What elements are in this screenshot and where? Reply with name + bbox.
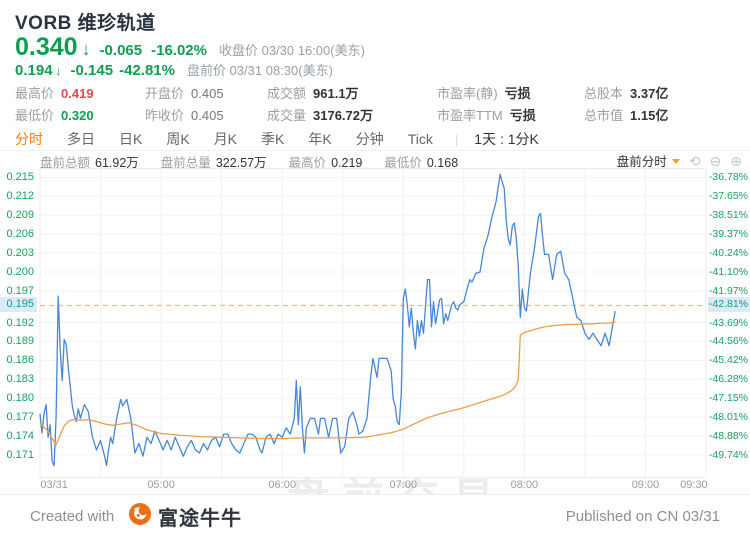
- premarket-price-row: 0.194 ↓ -0.145 -42.81% 盘前价 03/31 08:30(美…: [15, 60, 333, 77]
- close-price-row: 0.340 ↓ -0.065 -16.02% 收盘价 03/30 16:00(美…: [15, 33, 365, 60]
- created-with-label: Created with: [30, 508, 114, 525]
- stat-market-cap: 总市值1.15亿: [584, 105, 724, 123]
- brand-name: 富途牛牛: [158, 502, 242, 531]
- stat-volume: 成交量3176.72万: [267, 105, 437, 123]
- tab-daily-k[interactable]: 日K: [119, 129, 142, 149]
- down-arrow-icon: ↓: [56, 64, 62, 78]
- price-chart[interactable]: [0, 168, 750, 478]
- avg-line: [40, 322, 615, 445]
- chart-toolbar: 盘前总额61.92万 盘前总量322.57万 最高价0.219 最低价0.168…: [0, 151, 750, 168]
- stat-low: 最低价0.320: [15, 105, 145, 123]
- time-axis-label: 09:00: [632, 479, 660, 491]
- tab-tick[interactable]: Tick: [408, 131, 433, 147]
- tab-multiday[interactable]: 多日: [67, 129, 95, 149]
- percent-axis-label: -45.42%: [708, 353, 750, 367]
- time-axis-label: 07:00: [390, 479, 418, 491]
- tab-intraday[interactable]: 分时: [15, 129, 43, 149]
- published-label: Published on CN 03/31: [566, 508, 720, 525]
- percent-axis-label: -36.78%: [708, 170, 750, 184]
- price-axis-label: 0.206: [0, 227, 37, 241]
- premarket-price: 0.194: [15, 62, 53, 79]
- percent-axis-label: -47.15%: [708, 391, 750, 405]
- price-axis-label: 0.177: [0, 410, 37, 424]
- page-title: VORB 维珍轨道: [15, 8, 156, 35]
- quote-stats: 最高价0.419 开盘价0.405 成交额961.1万 市盈率(静)亏损 总股本…: [15, 83, 735, 127]
- reset-zoom-icon[interactable]: ⟲: [689, 154, 701, 168]
- tab-yearly-k[interactable]: 年K: [308, 129, 331, 149]
- percent-axis-label: -48.01%: [708, 410, 750, 424]
- time-axis-label: 05:00: [147, 479, 175, 491]
- percent-axis-label: -49.74%: [708, 448, 750, 462]
- price-axis-label: 0.186: [0, 353, 37, 367]
- percent-axis-label: -40.24%: [708, 246, 750, 260]
- percent-axis-label: -41.10%: [708, 265, 750, 279]
- percent-axis-label: -39.37%: [708, 227, 750, 241]
- time-axis-label: 06:00: [268, 479, 296, 491]
- stat-shares: 总股本3.37亿: [584, 83, 724, 101]
- chart-region: 盘前交易 0.2150.2120.2090.2060.2030.2000.197…: [0, 168, 750, 478]
- zoom-in-icon[interactable]: ⊕: [730, 154, 742, 168]
- close-price: 0.340: [15, 33, 78, 62]
- percent-axis-label: -48.88%: [708, 429, 750, 443]
- stat-open: 开盘价0.405: [145, 83, 267, 101]
- premarket-price-label: 盘前价 03/31 08:30(美东): [187, 60, 333, 79]
- app-root: VORB 维珍轨道 0.340 ↓ -0.065 -16.02% 收盘价 03/…: [0, 0, 750, 537]
- price-axis-label: 0.197: [0, 284, 37, 298]
- price-line: [40, 174, 615, 465]
- export-footer: Created with 富途牛牛 Published on CN 03/31: [0, 494, 750, 537]
- stat-prev-close: 昨收价0.405: [145, 105, 267, 123]
- time-axis-label: 08:00: [511, 479, 539, 491]
- price-axis-label: 0.180: [0, 391, 37, 405]
- chevron-down-icon: [672, 159, 680, 164]
- tab-separator: |: [455, 132, 458, 147]
- price-axis-label: 0.215: [0, 170, 37, 184]
- close-change-pct: -16.02%: [151, 42, 207, 59]
- stat-high: 最高价0.419: [15, 83, 145, 101]
- percent-axis-label: -38.51%: [708, 208, 750, 222]
- zoom-out-icon[interactable]: ⊖: [710, 154, 722, 168]
- stat-pe-static: 市盈率(静)亏损: [437, 83, 584, 101]
- price-axis: 0.215 0.212 0.209 0.206 0.203 0.200 0.197 0.192…: [0, 168, 37, 478]
- percent-axis-label: -44.56%: [708, 334, 750, 348]
- tab-quarterly-k[interactable]: 季K: [261, 129, 284, 149]
- futu-logo-icon: [128, 502, 152, 531]
- percent-axis: -36.78% -37.65% -38.51% -39.37% -40.24% -41.1…: [708, 168, 750, 478]
- stat-pe-ttm: 市盈率TTM亏损: [437, 105, 584, 123]
- tab-monthly-k[interactable]: 月K: [214, 129, 237, 149]
- time-axis: 03/31 05:00 06:00 07:00 08:00 09:00 09:30: [0, 479, 750, 493]
- price-axis-label: 0.171: [0, 448, 37, 462]
- stat-turnover: 成交额961.1万: [267, 83, 437, 101]
- premarket-change: -0.145: [71, 62, 114, 79]
- percent-axis-label: -37.65%: [708, 189, 750, 203]
- current-price-tag: 0.195: [0, 297, 37, 312]
- price-axis-label: 0.189: [0, 334, 37, 348]
- close-change: -0.065: [100, 42, 143, 59]
- tab-weekly-k[interactable]: 周K: [166, 129, 189, 149]
- price-axis-label: 0.174: [0, 429, 37, 443]
- price-axis-label: 0.209: [0, 208, 37, 222]
- time-axis-label: 09:30: [680, 479, 708, 491]
- close-price-label: 收盘价 03/30 16:00(美东): [219, 40, 365, 59]
- percent-axis-label: -46.28%: [708, 372, 750, 386]
- time-axis-label: 03/31: [40, 479, 68, 491]
- percent-axis-label: -43.69%: [708, 316, 750, 330]
- price-axis-label: 0.212: [0, 189, 37, 203]
- period-selector[interactable]: 1天 : 1分K: [474, 129, 539, 149]
- price-axis-label: 0.183: [0, 372, 37, 386]
- price-axis-label: 0.200: [0, 265, 37, 279]
- percent-axis-label: -41.97%: [708, 284, 750, 298]
- current-percent-tag: -42.81%: [708, 297, 750, 312]
- chart-tabbar: 分时 多日 日K 周K 月K 季K 年K 分钟 Tick | 1天 : 1分K: [0, 128, 750, 151]
- price-axis-label: 0.192: [0, 316, 37, 330]
- premarket-change-pct: -42.81%: [119, 62, 175, 79]
- price-axis-label: 0.203: [0, 246, 37, 260]
- down-arrow-icon: ↓: [82, 39, 91, 60]
- tab-minute[interactable]: 分钟: [356, 129, 384, 149]
